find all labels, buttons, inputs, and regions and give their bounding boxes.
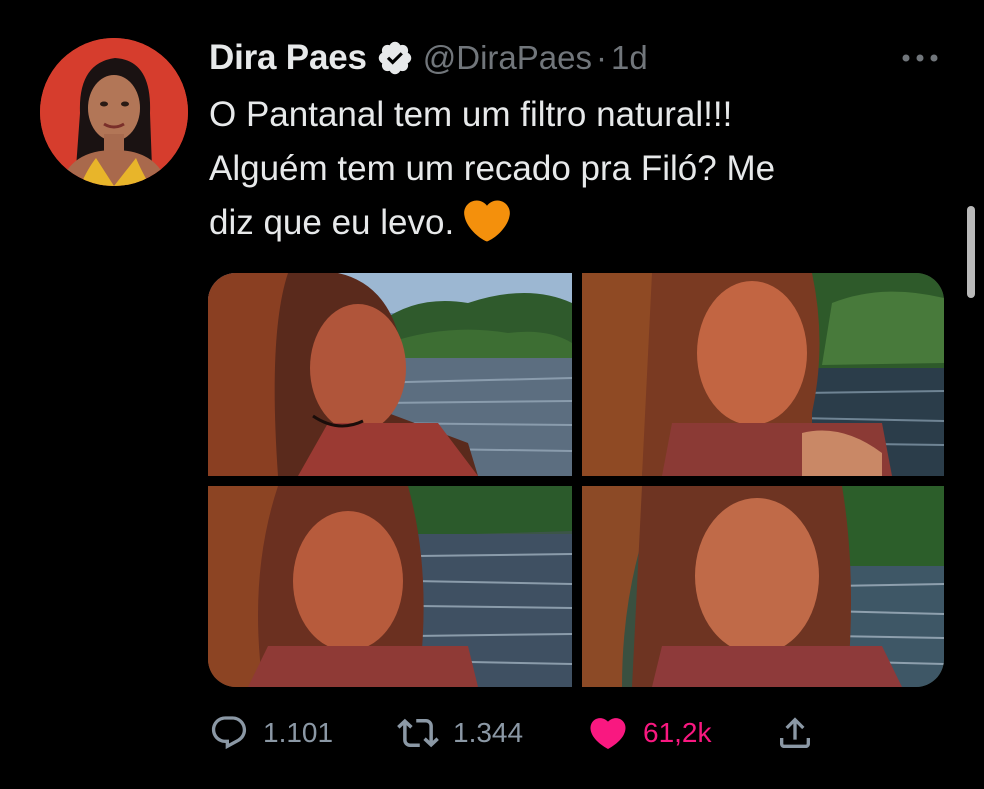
heart-filled-icon bbox=[590, 718, 626, 750]
tweet[interactable]: Dira Paes @DiraPaes · 1d O Pantanal tem … bbox=[0, 0, 984, 789]
retweet-icon bbox=[397, 718, 439, 748]
tweet-text-line-content: diz que eu levo. bbox=[209, 203, 455, 242]
scrollbar[interactable] bbox=[967, 206, 975, 298]
avatar-photo bbox=[40, 38, 188, 186]
like-count: 61,2k bbox=[643, 717, 712, 748]
like-button[interactable]: 61,2k bbox=[587, 708, 712, 758]
verified-badge-icon bbox=[378, 41, 411, 75]
timestamp[interactable]: 1d bbox=[611, 39, 648, 77]
avatar[interactable] bbox=[40, 38, 188, 186]
photo-4[interactable] bbox=[582, 486, 944, 687]
handle[interactable]: @DiraPaes bbox=[423, 39, 592, 77]
orange-heart-icon bbox=[464, 200, 511, 242]
photo-1-image bbox=[208, 273, 572, 476]
retweet-count: 1.344 bbox=[453, 717, 524, 748]
tweet-header: Dira Paes @DiraPaes · 1d bbox=[209, 36, 648, 80]
photo-4-image bbox=[582, 486, 944, 687]
photo-2[interactable] bbox=[582, 273, 944, 476]
reply-count: 1.101 bbox=[263, 717, 334, 748]
tweet-text-line: diz que eu levo. bbox=[209, 196, 929, 250]
photo-3[interactable] bbox=[208, 486, 572, 687]
photo-3-image bbox=[208, 486, 572, 687]
separator-dot: · bbox=[596, 39, 607, 76]
reply-button[interactable]: 1.101 bbox=[209, 708, 333, 758]
tweet-text-line: O Pantanal tem um filtro natural!!! bbox=[209, 95, 733, 134]
tweet-text-line: Alguém tem um recado pra Filó? Me bbox=[209, 149, 776, 188]
more-options-icon[interactable] bbox=[898, 46, 942, 70]
action-bar: 1.101 1.344 61,2k bbox=[209, 708, 949, 758]
media-grid bbox=[208, 273, 944, 687]
tweet-text: O Pantanal tem um filtro natural!!! Algu… bbox=[209, 88, 929, 250]
photo-1[interactable] bbox=[208, 273, 572, 476]
display-name[interactable]: Dira Paes bbox=[209, 38, 367, 78]
share-icon bbox=[780, 717, 810, 748]
photo-2-image bbox=[582, 273, 944, 476]
reply-icon bbox=[211, 716, 247, 750]
share-button[interactable] bbox=[775, 708, 815, 758]
retweet-button[interactable]: 1.344 bbox=[397, 708, 523, 758]
